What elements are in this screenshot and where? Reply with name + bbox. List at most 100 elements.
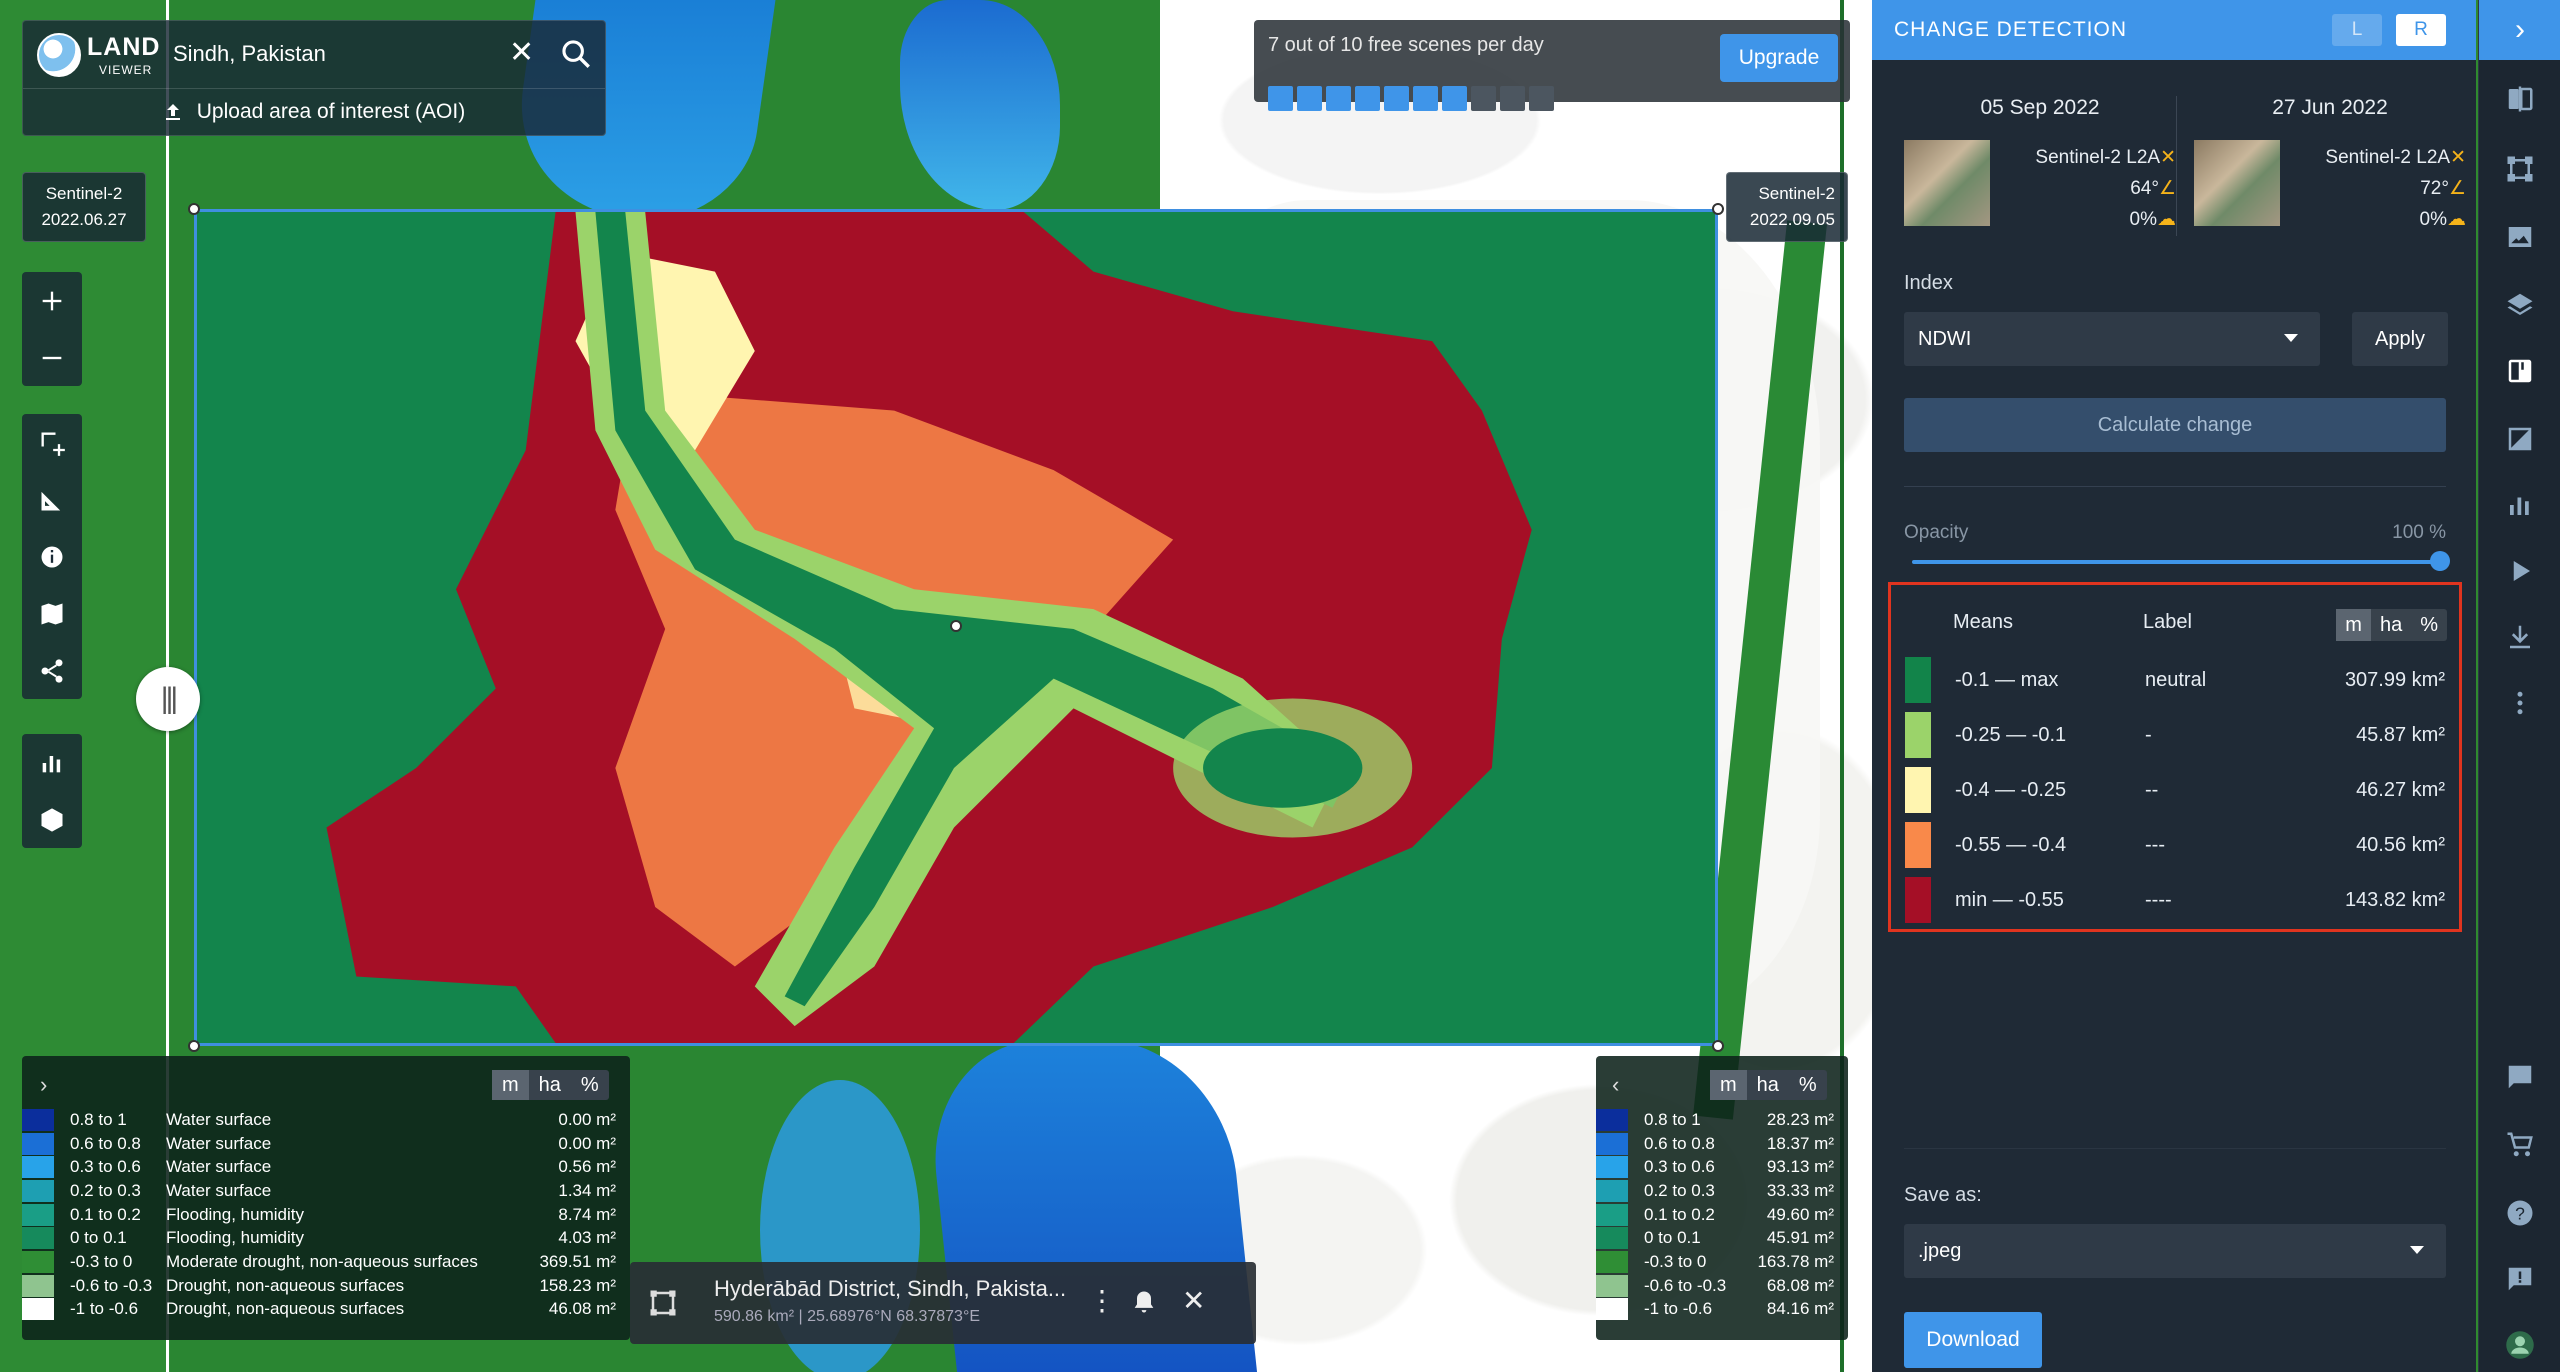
left-scene-badge[interactable]: Sentinel-2 2022.06.27 [22,172,146,242]
unit-percent[interactable]: % [1789,1070,1827,1100]
color-swatch [22,1227,54,1250]
close-icon[interactable]: ✕ [1182,1284,1205,1317]
unit-m[interactable]: m [1710,1070,1747,1100]
compare-split-handle[interactable]: ||| [136,667,200,731]
legend-left-panel: › m ha % 0.8 to 1 Water surface 0.00 m² 0.6… [22,1056,630,1340]
means-header: Means [1953,611,2014,633]
calculate-change-button[interactable]: Calculate change [1904,398,2446,452]
scene-card-2[interactable]: 27 Jun 2022 Sentinel-2 L2A✕ 72°∠ 0%☁ [2194,96,2466,230]
search-input[interactable]: Sindh, Pakistan [173,41,326,67]
legend-row: -0.3 to 0 163.78 m² [1596,1250,1848,1274]
right-scene-badge[interactable]: Sentinel-2 2022.09.05 [1726,172,1848,242]
3d-button[interactable] [22,791,82,848]
color-swatch [1905,877,1931,923]
stats-row[interactable]: -0.25 — -0.1-45.87 km² [1891,712,2459,760]
aoi-corner-handle[interactable] [1712,203,1724,215]
aoi-corner-handle[interactable] [188,203,200,215]
stats-row[interactable]: min — -0.55 ---- 143.82 km² [1891,877,2459,925]
image-compare-icon[interactable] [2505,424,2535,454]
scene-usage-segment [1471,86,1496,111]
divider [1904,1148,2446,1149]
unit-ha[interactable]: ha [529,1070,571,1100]
format-select[interactable]: .jpeg [1904,1224,2446,1278]
chat-icon[interactable] [2505,1062,2535,1092]
caret-down-icon [2410,1246,2424,1254]
cart-icon[interactable] [2505,1130,2535,1160]
right-scene-toggle[interactable]: R [2396,14,2446,46]
aoi-corner-handle[interactable] [188,1040,200,1052]
chevron-right-icon[interactable]: › [40,1072,47,1098]
left-scene-toggle[interactable]: L [2332,14,2382,46]
opacity-slider-handle[interactable] [2430,551,2450,571]
legend-row: -1 to -0.6 Drought, non-aqueous surfaces 4… [22,1298,630,1322]
upload-aoi-button[interactable]: Upload area of interest (AOI) [23,89,605,135]
cube-icon [41,807,63,832]
legend-row: 0.1 to 0.2 49.60 m² [1596,1203,1848,1227]
scene-meta: Sentinel-2 L2A✕ 72°∠ 0%☁ [2325,147,2466,230]
color-swatch [22,1156,54,1179]
aoi-icon[interactable] [2505,154,2535,184]
scene-thumbnail[interactable] [2194,140,2280,226]
bell-icon[interactable] [1130,1288,1158,1316]
close-icon[interactable]: ✕ [509,35,534,70]
scene-usage-segment [1268,86,1293,111]
minus-icon [42,356,62,359]
opacity-slider[interactable] [1912,560,2440,564]
unit-m[interactable]: m [492,1070,529,1100]
play-icon[interactable] [2505,556,2535,586]
download-icon[interactable] [2505,622,2535,652]
bar-chart-icon [42,755,61,772]
land-viewer-logo[interactable]: LAND VIEWER [37,31,167,81]
help-icon[interactable]: ? [2505,1198,2535,1228]
info-icon [41,546,63,567]
upgrade-button[interactable]: Upgrade [1720,34,1838,82]
unit-toggle: m ha % [2336,609,2447,641]
info-button[interactable] [22,528,82,585]
zoom-controls [22,272,82,386]
scene-card-1[interactable]: 05 Sep 2022 Sentinel-2 L2A✕ 64°∠ 0%☁ [1904,96,2176,230]
change-detection-icon[interactable] [2505,356,2535,386]
color-swatch [22,1274,54,1297]
zoom-in-button[interactable] [22,272,82,329]
stats-row[interactable]: -0.4 — -0.25 -- 46.27 km² [1891,767,2459,815]
chart-button[interactable] [22,734,82,791]
unit-m[interactable]: m [2336,609,2371,641]
measure-button[interactable] [22,471,82,528]
collapse-panel-button[interactable]: › [2479,0,2560,60]
unit-ha[interactable]: ha [2371,609,2411,641]
draw-aoi-button[interactable] [22,414,82,471]
aoi-name[interactable]: Hyderābād District, Sindh, Pakista... [714,1276,1066,1302]
color-swatch [1596,1132,1628,1155]
river-area [900,0,1060,210]
layers-icon[interactable] [2505,290,2535,320]
stats-row[interactable]: -0.1 — max neutral 307.99 km² [1891,657,2459,705]
aoi-info-bar: Hyderābād District, Sindh, Pakista... 59… [630,1262,1256,1344]
unit-percent[interactable]: % [2411,609,2447,641]
stats-row[interactable]: -0.55 — -0.4 --- 40.56 km² [1891,822,2459,870]
scene-usage-segment [1384,86,1409,111]
legend-row: 0.2 to 0.3 Water surface 1.34 m² [22,1179,630,1203]
chevron-left-icon[interactable]: ‹ [1612,1072,1619,1098]
compare-icon[interactable] [2505,84,2535,114]
scene-usage-segment [1413,86,1438,111]
unit-percent[interactable]: % [571,1070,609,1100]
aoi-center-handle[interactable] [950,620,962,632]
unit-ha[interactable]: ha [1747,1070,1789,1100]
search-icon[interactable] [559,37,593,71]
index-select[interactable]: NDWI [1904,312,2320,366]
image-icon[interactable] [2505,222,2535,252]
bar-chart-icon[interactable] [2505,490,2535,520]
zoom-out-button[interactable] [22,329,82,386]
scene-thumbnail[interactable] [1904,140,1990,226]
apply-button[interactable]: Apply [2352,312,2448,366]
more-vert-icon[interactable]: ⋮ [1088,1284,1116,1317]
svg-text:?: ? [2515,1203,2525,1223]
more-vert-icon[interactable] [2505,688,2535,718]
user-avatar-icon[interactable] [2505,1330,2535,1360]
basemap-button[interactable] [22,585,82,642]
scene-usage-segment [1355,86,1380,111]
aoi-corner-handle[interactable] [1712,1040,1724,1052]
feedback-icon[interactable] [2505,1264,2535,1294]
download-button[interactable]: Download [1904,1312,2042,1368]
share-button[interactable] [22,642,82,699]
